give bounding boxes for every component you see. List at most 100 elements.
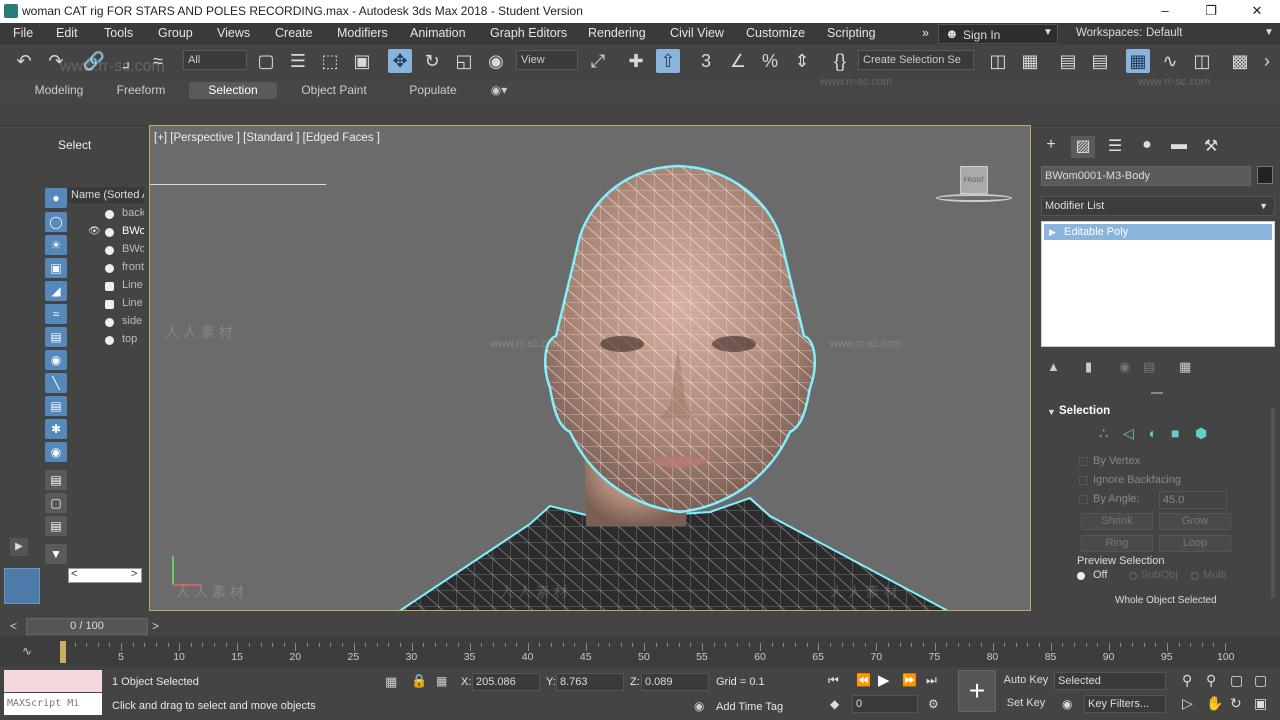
select-and-move-icon[interactable]: ✥ (388, 49, 412, 73)
by-vertex-checkbox[interactable] (1079, 457, 1088, 466)
object-name-field[interactable]: BWom0001-M3-Body (1041, 166, 1251, 186)
menu-scripting[interactable]: Scripting (827, 26, 876, 40)
display-xrefs-icon[interactable]: ◉ (45, 350, 67, 370)
zoom-extents-icon[interactable]: ▢ (1230, 672, 1243, 689)
name-column-header[interactable]: Name (Sorted A (68, 187, 144, 203)
zoom-extents-all-icon[interactable]: ▢ (1254, 672, 1267, 689)
sign-in-dropdown[interactable]: ☻ Sign In ▼ (938, 24, 1058, 44)
pin-stack-icon[interactable]: ▲ (1047, 359, 1060, 374)
mirror-icon[interactable]: ◫ (986, 49, 1010, 73)
workspaces-selector[interactable]: Workspaces: Default ▼ (1068, 24, 1276, 44)
menu-create[interactable]: Create (275, 26, 313, 40)
pivot-center-icon[interactable]: ⤢ (586, 49, 610, 73)
select-by-name-icon[interactable]: ☰ (286, 49, 310, 73)
modify-tab-icon[interactable]: ▨ (1071, 136, 1095, 158)
panel-grip[interactable] (1151, 392, 1163, 394)
zoom-icon[interactable]: ⚲ (1182, 672, 1192, 689)
selection-lock-icon[interactable]: 🔒 (411, 673, 427, 689)
shrink-button[interactable]: Shrink (1081, 513, 1153, 530)
element-mode-icon[interactable]: ⬢ (1195, 425, 1207, 442)
unlink-icon[interactable]: ⌟ (114, 49, 138, 73)
menu-file[interactable]: File (13, 26, 33, 40)
minimize-button[interactable]: – (1142, 0, 1188, 23)
prev-frame-icon[interactable]: < (10, 619, 17, 633)
menu-edit[interactable]: Edit (56, 26, 78, 40)
track-bar[interactable]: ∿ 05101520253035404550556065707580859095… (0, 637, 1280, 667)
scroll-left-icon[interactable]: < (71, 568, 77, 580)
list-item[interactable]: back (84, 206, 144, 223)
rollout-title[interactable]: Selection (1059, 405, 1110, 417)
display-tab-icon[interactable]: ▬ (1167, 136, 1191, 158)
tab-selection[interactable]: Selection (189, 82, 277, 99)
menu-overflow[interactable]: » (922, 26, 929, 40)
angle-snap-icon[interactable]: ∠ (726, 49, 750, 73)
spinner-snap-icon[interactable]: ⇕ (790, 49, 814, 73)
redo-icon[interactable]: ↷ (44, 49, 68, 73)
percent-snap-icon[interactable]: % (758, 49, 782, 73)
set-key-button[interactable]: Set Key (1002, 696, 1050, 714)
edge-mode-icon[interactable]: ◁ (1123, 425, 1134, 442)
modifier-list-dropdown[interactable]: Modifier List ▼ (1041, 196, 1275, 216)
display-shapes-icon[interactable]: ◯ (45, 212, 67, 232)
tab-freeform[interactable]: Freeform (106, 82, 176, 99)
keyboard-shortcut-override-icon[interactable]: ⇧ (656, 49, 680, 73)
collapse-icon[interactable]: ▼ (1047, 407, 1056, 417)
time-configuration-icon[interactable]: ⚙ (928, 697, 939, 711)
menu-views[interactable]: Views (217, 26, 250, 40)
display-particles-icon[interactable]: ✱ (45, 419, 67, 439)
go-to-start-icon[interactable]: ⏮ (828, 673, 839, 688)
preview-subobj-radio[interactable] (1129, 572, 1137, 580)
pan-view-icon[interactable]: ✋ (1206, 695, 1223, 712)
key-mode-dropdown[interactable]: Selected (1054, 672, 1166, 690)
explorer-white-icon[interactable]: ▢ (45, 493, 67, 513)
hierarchy-tab-icon[interactable]: ☰ (1103, 136, 1127, 158)
zoom-all-icon[interactable]: ⚲ (1206, 672, 1216, 689)
next-frame-icon[interactable]: > (152, 619, 159, 633)
list-item[interactable]: front (84, 260, 144, 277)
panel-scrollbar[interactable] (1271, 408, 1275, 598)
y-coordinate-field[interactable]: 8.763 (556, 673, 624, 691)
time-slider-thumb[interactable]: 0 / 100 (26, 618, 148, 635)
vertex-mode-icon[interactable]: ∴ (1099, 425, 1108, 442)
close-button[interactable]: ✕ (1234, 0, 1280, 23)
current-frame-field[interactable]: 0 (852, 695, 918, 713)
angle-spinner[interactable]: 45.0 (1159, 491, 1227, 509)
list-item[interactable]: BWo (84, 242, 144, 259)
create-tab-icon[interactable]: + (1039, 136, 1063, 158)
reference-coordinate-dropdown[interactable]: View (516, 50, 578, 70)
named-selection-dropdown[interactable]: Create Selection Se (858, 50, 974, 70)
polygon-mode-icon[interactable]: ■ (1171, 425, 1179, 441)
align-icon[interactable]: ▦ (1018, 49, 1042, 73)
edit-named-selections-icon[interactable]: {} (828, 49, 852, 73)
remove-modifier-icon[interactable]: ▤ (1143, 359, 1155, 375)
menu-tools[interactable]: Tools (104, 26, 133, 40)
viewport-layout-icon[interactable] (4, 568, 40, 604)
tab-populate[interactable]: Populate (396, 82, 470, 99)
object-color-swatch[interactable] (1257, 166, 1273, 184)
modifier-stack-item[interactable]: ▶ Editable Poly (1044, 224, 1272, 240)
ribbon-options-icon[interactable]: ◉▾ (484, 82, 514, 99)
eye-icon[interactable]: 👁 (88, 226, 101, 237)
utilities-tab-icon[interactable]: ⚒ (1199, 136, 1223, 158)
loop-button[interactable]: Loop (1159, 535, 1231, 552)
expand-arrow-icon[interactable]: ▶ (1049, 224, 1056, 240)
select-and-place-icon[interactable]: ◉ (484, 49, 508, 73)
time-tag-icon[interactable]: ◉ (694, 699, 704, 713)
select-and-manipulate-icon[interactable]: ✚ (624, 49, 648, 73)
perspective-viewport[interactable]: [+] [Perspective ] [Standard ] [Edged Fa… (149, 125, 1031, 611)
ribbon-toggle-icon[interactable]: ▦ (1126, 49, 1150, 73)
menu-modifiers[interactable]: Modifiers (337, 26, 388, 40)
explorer-scrollbar[interactable]: < > (68, 568, 142, 583)
add-time-tag[interactable]: Add Time Tag (716, 701, 783, 713)
tab-modeling[interactable]: Modeling (22, 82, 96, 99)
configure-modifier-sets-icon[interactable]: ▦ (1179, 359, 1191, 375)
menu-animation[interactable]: Animation (410, 26, 466, 40)
list-item[interactable]: side (84, 314, 144, 331)
rectangular-selection-icon[interactable]: ⬚ (318, 49, 342, 73)
show-end-result-icon[interactable]: ▮ (1085, 359, 1092, 375)
explorer-props-icon[interactable]: ▤ (45, 516, 67, 536)
schematic-view-icon[interactable]: ◫ (1190, 49, 1214, 73)
set-key-big-icon[interactable]: + (958, 670, 996, 712)
maximize-button[interactable]: ❐ (1188, 0, 1234, 23)
list-item[interactable]: Line (84, 278, 144, 295)
